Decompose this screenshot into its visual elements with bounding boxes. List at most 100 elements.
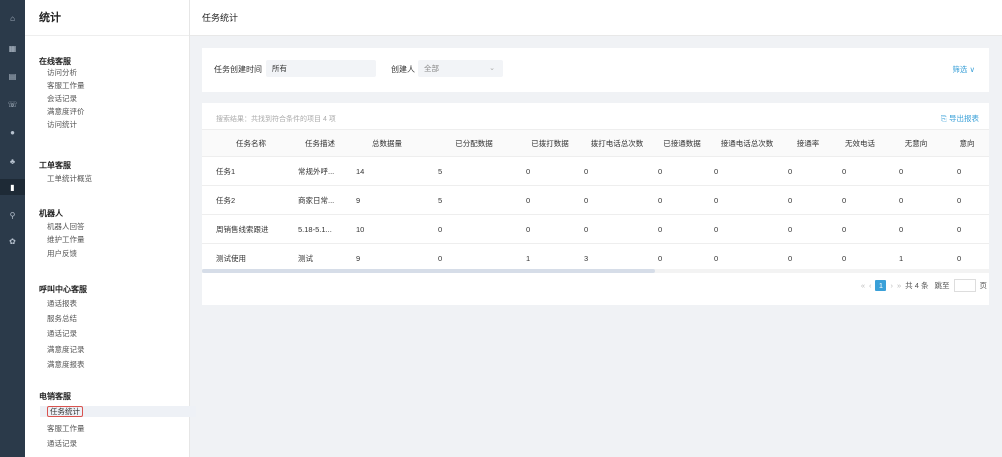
sidebar-item[interactable]: 通话记录 <box>47 328 77 339</box>
page-suffix: 页 <box>979 280 988 290</box>
book-icon[interactable]: ▤ <box>0 68 25 84</box>
cell-no-intent: 0 <box>899 195 904 205</box>
column-header[interactable]: 总数据量 <box>352 130 422 156</box>
sidebar-item[interactable]: 客服工作量 <box>47 80 85 91</box>
cell-total: 9 <box>356 253 361 263</box>
cell-dialed: 0 <box>526 166 531 176</box>
cell-no-intent: 1 <box>899 253 904 263</box>
cell-invalid: 0 <box>842 166 847 176</box>
pagination: « ‹ 1 › » 共 4 条 跳至 页 <box>859 278 987 292</box>
cell-task-name: 任务2 <box>216 195 236 205</box>
sidebar-item[interactable]: 客服工作量 <box>47 423 85 434</box>
page-number-current[interactable]: 1 <box>875 279 887 291</box>
column-header[interactable]: 无效电话 <box>836 130 884 156</box>
sidebar-group-callcenter: 呼叫中心客服 <box>39 285 87 294</box>
cell-invalid: 0 <box>842 195 847 205</box>
results-panel: 搜索结果：共找到符合条件的项目 4 项 ⎘ 导出报表 任务名称 任务描述 总数据… <box>202 103 989 305</box>
home-icon[interactable]: ⌂ <box>0 10 25 26</box>
cell-intent: 0 <box>957 166 962 176</box>
table-row[interactable]: 周销售线索跟进 5.18-5.1... 10 0 0 0 0 0 0 0 0 0 <box>202 215 989 244</box>
column-header[interactable]: 任务名称 <box>216 130 286 156</box>
user-icon[interactable]: ● <box>0 124 25 140</box>
creator-select[interactable]: 全部 ⌄ <box>418 60 503 77</box>
cell-connected-count: 0 <box>714 253 719 263</box>
results-summary: 搜索结果：共找到符合条件的项目 4 项 <box>216 116 336 123</box>
cell-connected: 0 <box>658 224 663 234</box>
prev-page-icon[interactable]: ‹ <box>869 281 872 290</box>
phone-icon[interactable]: ☏ <box>0 96 25 112</box>
sidebar-item[interactable]: 访问分析 <box>47 67 77 78</box>
time-filter-field[interactable]: 所有 <box>266 60 376 77</box>
cell-connected-count: 0 <box>714 166 719 176</box>
column-header[interactable]: 已分配数据 <box>430 130 518 156</box>
column-header[interactable]: 拨打电话总次数 <box>580 130 654 156</box>
cell-call-count: 3 <box>584 253 589 263</box>
creator-filter-label: 创建人 <box>391 65 415 74</box>
sidebar: 统计 在线客服 访问分析 客服工作量 会话记录 满意度评价 访问统计 工单客服 … <box>25 0 196 457</box>
cell-task-desc: 常规外呼... <box>298 166 335 176</box>
cell-total: 9 <box>356 195 361 205</box>
sidebar-item[interactable]: 访问统计 <box>47 119 77 130</box>
last-page-icon[interactable]: » <box>897 281 901 290</box>
main-content: 任务统计 任务创建时间 所有 创建人 全部 ⌄ 筛选 ∨ 搜索结果：共找到符合条… <box>190 0 1002 457</box>
sidebar-item[interactable]: 通话报表 <box>47 298 77 309</box>
settings-icon[interactable]: ✿ <box>0 233 25 249</box>
cell-total: 10 <box>356 224 365 234</box>
scrollbar-thumb[interactable] <box>202 269 655 273</box>
first-page-icon[interactable]: « <box>861 281 865 290</box>
table-row[interactable]: 任务2 商家日常... 9 5 0 0 0 0 0 0 0 0 <box>202 186 989 215</box>
cell-invalid: 0 <box>842 224 847 234</box>
column-header[interactable]: 已接通数据 <box>654 130 710 156</box>
column-header[interactable]: 无意向 <box>892 130 940 156</box>
sidebar-item[interactable]: 通话记录 <box>47 438 77 449</box>
column-header[interactable]: 任务描述 <box>290 130 350 156</box>
cell-invalid: 0 <box>842 253 847 263</box>
cell-intent: 0 <box>957 195 962 205</box>
column-header[interactable]: 意向 <box>948 130 986 156</box>
sidebar-group-telesales: 电销客服 <box>39 392 71 401</box>
cell-connected: 0 <box>658 195 663 205</box>
column-header[interactable]: 接通电话总次数 <box>710 130 784 156</box>
cell-task-desc: 测试 <box>298 253 313 263</box>
sidebar-item[interactable]: 用户反馈 <box>47 248 77 259</box>
sidebar-item[interactable]: 满意度报表 <box>47 359 85 370</box>
search-icon[interactable]: ⚲ <box>0 207 25 223</box>
cell-task-desc: 5.18-5.1... <box>298 224 332 234</box>
sidebar-item[interactable]: 机器人回答 <box>47 221 85 232</box>
sidebar-item[interactable]: 满意度记录 <box>47 344 85 355</box>
sidebar-item[interactable]: 工单统计概览 <box>47 173 92 184</box>
icon-rail: ⌂ ▦ ▤ ☏ ● ♣ ▮ ⚲ ✿ <box>0 0 25 457</box>
cell-connected-count: 0 <box>714 195 719 205</box>
horizontal-scrollbar[interactable] <box>202 269 989 273</box>
cell-dialed: 1 <box>526 253 531 263</box>
cell-connect-rate: 0 <box>788 166 793 176</box>
cell-no-intent: 0 <box>899 166 904 176</box>
cell-connect-rate: 0 <box>788 195 793 205</box>
team-icon[interactable]: ♣ <box>0 153 25 169</box>
column-header[interactable]: 接通率 <box>784 130 832 156</box>
time-filter-label: 任务创建时间 <box>214 65 262 74</box>
cell-total: 14 <box>356 166 365 176</box>
sidebar-title: 统计 <box>25 0 189 36</box>
jump-page-input[interactable] <box>953 278 976 292</box>
cell-task-name: 任务1 <box>216 166 236 176</box>
sidebar-item[interactable]: 会话记录 <box>47 93 77 104</box>
column-header[interactable]: 已拨打数据 <box>522 130 578 156</box>
sidebar-item[interactable]: 服务总结 <box>47 313 77 324</box>
filter-toggle-button[interactable]: 筛选 ∨ <box>952 64 975 75</box>
sidebar-item[interactable]: 满意度评价 <box>47 106 85 117</box>
table-row[interactable]: 任务1 常规外呼... 14 5 0 0 0 0 0 0 0 0 <box>202 157 989 186</box>
sidebar-item[interactable]: 维护工作量 <box>47 234 85 245</box>
export-report-button[interactable]: ⎘ 导出报表 <box>941 113 979 124</box>
jump-label: 跳至 <box>934 280 950 290</box>
grid-icon[interactable]: ▦ <box>0 40 25 56</box>
chart-icon[interactable]: ▮ <box>0 179 25 195</box>
creator-select-value: 全部 <box>424 64 439 73</box>
cell-assigned: 5 <box>438 195 443 205</box>
cell-intent: 0 <box>957 224 962 234</box>
cell-dialed: 0 <box>526 195 531 205</box>
cell-call-count: 0 <box>584 224 589 234</box>
next-page-icon[interactable]: › <box>890 281 893 290</box>
chevron-down-icon: ⌄ <box>489 65 495 72</box>
sidebar-item-task-stats[interactable]: 任务统计 <box>40 406 196 417</box>
